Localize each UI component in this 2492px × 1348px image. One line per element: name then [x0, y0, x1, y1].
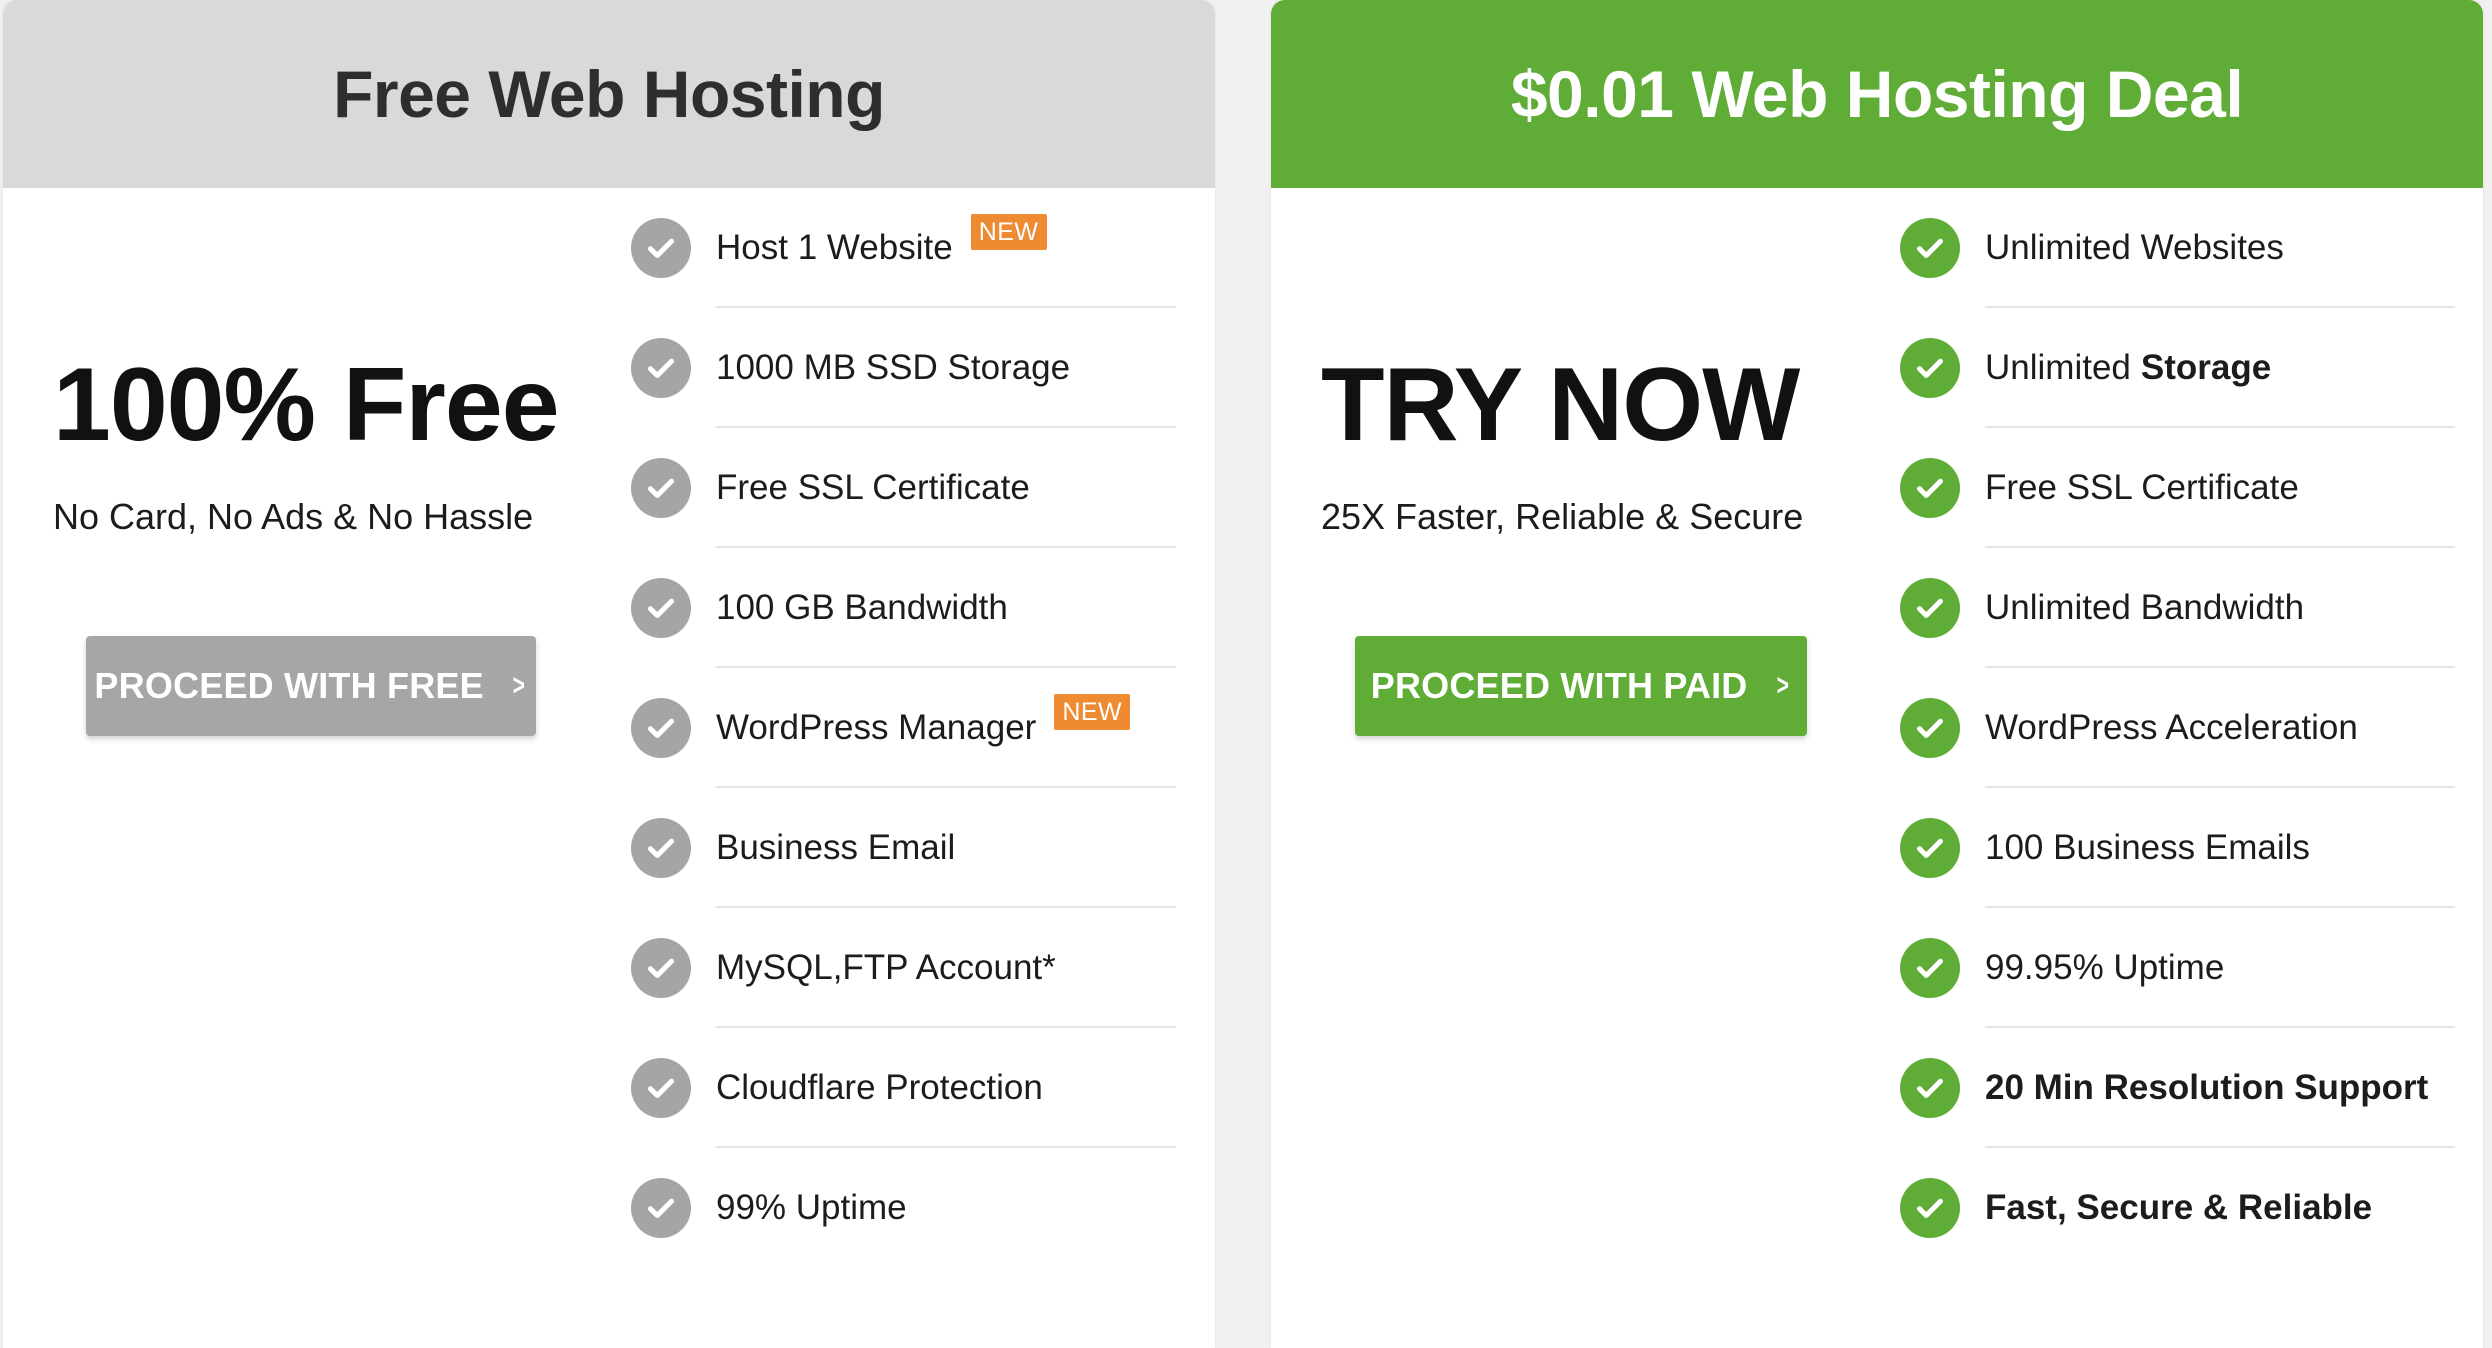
check-circle-icon — [631, 938, 691, 998]
check-circle-icon — [1900, 458, 1960, 518]
check-circle-icon — [631, 1178, 691, 1238]
free-plan-card: Free Web Hosting 100% Free No Card, No A… — [3, 0, 1215, 1348]
feature-text: Unlimited — [1985, 348, 2131, 387]
free-plan-header: Free Web Hosting — [3, 0, 1215, 188]
feature-text: Cloudflare Protection — [716, 1068, 1043, 1107]
chevron-right-icon: > — [512, 669, 525, 702]
feature-item: WordPress Acceleration — [1895, 668, 2455, 788]
feature-text: 100 GB Bandwidth — [716, 588, 1008, 627]
paid-plan-title: TRY NOW — [1321, 347, 1800, 463]
feature-item: 100 Business Emails — [1895, 788, 2455, 908]
free-plan-subtitle: No Card, No Ads & No Hassle — [53, 496, 534, 537]
feature-text: WordPress Acceleration — [1985, 708, 2358, 747]
feature-item: Business Email — [626, 788, 1176, 908]
free-plan-title: 100% Free — [53, 347, 560, 463]
free-plan-summary: 100% Free No Card, No Ads & No Hassle PR… — [3, 188, 623, 1348]
feature-text: Fast, Secure & Reliable — [1985, 1188, 2373, 1227]
paid-plan-summary: TRY NOW 25X Faster, Reliable & Secure PR… — [1271, 188, 1891, 1348]
feature-item: 99% Uptime — [626, 1148, 1176, 1268]
paid-feature-list: Unlimited Websites Unlimited Storage Free… — [1895, 188, 2455, 1268]
feature-text: Unlimited Websites — [1985, 228, 2284, 267]
feature-item: Unlimited Websites — [1895, 188, 2455, 308]
check-circle-icon — [1900, 218, 1960, 278]
feature-text: Host 1 Website — [716, 228, 953, 267]
feature-text: Unlimited Bandwidth — [1985, 588, 2305, 627]
paid-plan-card: $0.01 Web Hosting Deal TRY NOW 25X Faste… — [1271, 0, 2483, 1348]
check-circle-icon — [631, 578, 691, 638]
check-circle-icon — [631, 338, 691, 398]
feature-item: Unlimited Bandwidth — [1895, 548, 2455, 668]
check-circle-icon — [1900, 818, 1960, 878]
feature-item: WordPress Manager NEW — [626, 668, 1176, 788]
feature-text: 99.95% Uptime — [1985, 948, 2225, 987]
check-circle-icon — [631, 458, 691, 518]
feature-item: 100 GB Bandwidth — [626, 548, 1176, 668]
feature-text: Free SSL Certificate — [1985, 468, 2299, 507]
feature-item: 20 Min Resolution Support — [1895, 1028, 2455, 1148]
feature-item: MySQL,FTP Account* — [626, 908, 1176, 1028]
check-circle-icon — [1900, 938, 1960, 998]
check-circle-icon — [1900, 1058, 1960, 1118]
check-circle-icon — [1900, 578, 1960, 638]
chevron-right-icon: > — [1776, 669, 1789, 702]
free-feature-list: Host 1 Website NEW 1000 MB SSD Storage Fr… — [626, 188, 1176, 1268]
paid-plan-subtitle: 25X Faster, Reliable & Secure — [1321, 496, 1804, 537]
feature-text: WordPress Manager — [716, 708, 1037, 747]
feature-item: Host 1 Website NEW — [626, 188, 1176, 308]
feature-text: MySQL,FTP Account* — [716, 948, 1056, 987]
feature-text: 99% Uptime — [716, 1188, 907, 1227]
pricing-page: Free Web Hosting 100% Free No Card, No A… — [0, 0, 2492, 1348]
feature-text: 100 Business Emails — [1985, 828, 2310, 867]
feature-item: Unlimited Storage — [1895, 308, 2455, 428]
feature-item: Cloudflare Protection — [626, 1028, 1176, 1148]
feature-item: Free SSL Certificate — [1895, 428, 2455, 548]
feature-text: Free SSL Certificate — [716, 468, 1030, 507]
proceed-with-paid-label: PROCEED WITH PAID — [1370, 665, 1748, 706]
feature-item: 1000 MB SSD Storage — [626, 308, 1176, 428]
feature-item: Free SSL Certificate — [626, 428, 1176, 548]
check-circle-icon — [1900, 1178, 1960, 1238]
paid-plan-header: $0.01 Web Hosting Deal — [1271, 0, 2483, 188]
feature-text: 20 Min Resolution Support — [1985, 1068, 2429, 1107]
feature-text-strong: Storage — [2140, 348, 2272, 387]
feature-text: 1000 MB SSD Storage — [716, 348, 1071, 387]
new-badge: NEW — [970, 214, 1047, 250]
check-circle-icon — [1900, 698, 1960, 758]
feature-text: Business Email — [716, 828, 956, 867]
check-circle-icon — [1900, 338, 1960, 398]
check-circle-icon — [631, 818, 691, 878]
proceed-with-paid-button[interactable]: PROCEED WITH PAID > — [1355, 636, 1807, 736]
feature-item: Fast, Secure & Reliable — [1895, 1148, 2455, 1268]
check-circle-icon — [631, 1058, 691, 1118]
feature-item: 99.95% Uptime — [1895, 908, 2455, 1028]
proceed-with-free-button[interactable]: PROCEED WITH FREE > — [86, 636, 536, 736]
check-circle-icon — [631, 698, 691, 758]
new-badge: NEW — [1054, 694, 1131, 730]
check-circle-icon — [631, 218, 691, 278]
proceed-with-free-label: PROCEED WITH FREE — [94, 665, 484, 706]
